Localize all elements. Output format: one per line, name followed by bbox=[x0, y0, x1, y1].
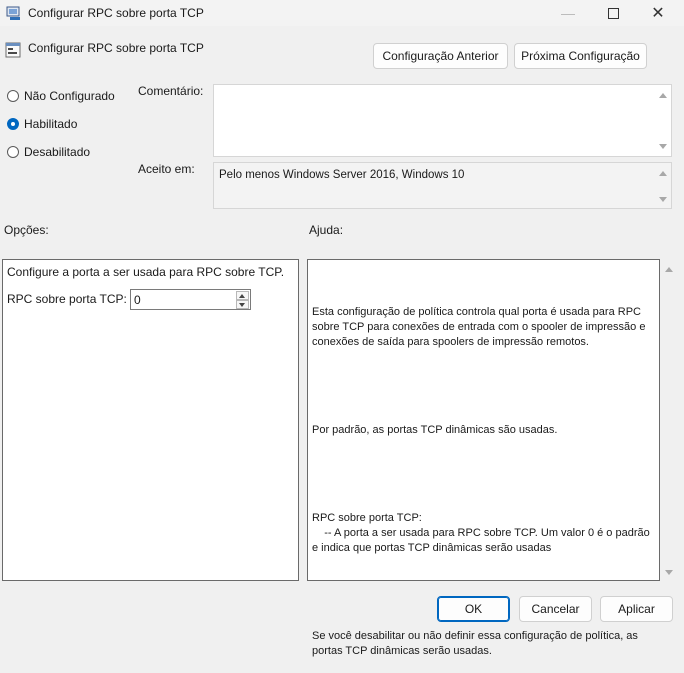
radio-label: Habilitado bbox=[24, 117, 78, 131]
radio-enabled[interactable]: Habilitado bbox=[7, 116, 77, 132]
window-title: Configurar RPC sobre porta TCP bbox=[28, 6, 204, 20]
stepper-down-button[interactable] bbox=[236, 300, 249, 309]
supported-scrollbar[interactable] bbox=[655, 163, 671, 208]
stepper-up-icon bbox=[239, 294, 245, 298]
comment-label: Comentário: bbox=[138, 84, 204, 98]
help-paragraph: RPC sobre porta TCP: -- A porta a ser us… bbox=[312, 512, 650, 554]
policy-title: Configurar RPC sobre porta TCP bbox=[28, 41, 204, 55]
close-icon: ✕ bbox=[651, 5, 665, 22]
scroll-down-icon[interactable] bbox=[659, 144, 667, 149]
maximize-icon bbox=[607, 7, 619, 19]
stepper-down-icon bbox=[239, 303, 245, 307]
help-paragraph: Se você desabilitar ou não definir essa … bbox=[312, 629, 641, 657]
radio-disabled[interactable]: Desabilitado bbox=[7, 144, 90, 160]
stepper-up-button[interactable] bbox=[236, 291, 249, 300]
help-paragraph: Esta configuração de política controla q… bbox=[312, 306, 649, 348]
supported-on-text: Pelo menos Windows Server 2016, Windows … bbox=[219, 169, 465, 181]
radio-label: Desabilitado bbox=[24, 145, 91, 159]
port-value[interactable]: 0 bbox=[134, 293, 141, 307]
help-label: Ajuda: bbox=[309, 223, 344, 237]
radio-not-configured[interactable]: Não Configurado bbox=[7, 88, 115, 104]
ok-button[interactable]: OK bbox=[437, 596, 510, 622]
help-paragraph: Por padrão, as portas TCP dinâmicas são … bbox=[312, 424, 558, 437]
apply-button[interactable]: Aplicar bbox=[600, 596, 673, 622]
close-button[interactable]: ✕ bbox=[638, 0, 678, 26]
scroll-up-icon[interactable] bbox=[665, 267, 673, 272]
comment-field[interactable] bbox=[213, 84, 672, 157]
radio-circle[interactable] bbox=[7, 146, 19, 158]
next-setting-button[interactable]: Próxima Configuração bbox=[514, 43, 647, 69]
options-description: Configure a porta a ser usada para RPC s… bbox=[7, 265, 285, 279]
port-stepper[interactable]: 0 bbox=[130, 289, 251, 310]
help-scrollbar[interactable] bbox=[662, 259, 676, 581]
minimize-button[interactable]: — bbox=[548, 0, 588, 26]
app-icon bbox=[6, 5, 22, 21]
supported-on-label: Aceito em: bbox=[138, 162, 195, 176]
maximize-button[interactable] bbox=[593, 0, 633, 26]
comment-scrollbar[interactable] bbox=[655, 85, 671, 156]
scroll-up-icon[interactable] bbox=[659, 171, 667, 176]
port-label: RPC sobre porta TCP: bbox=[7, 292, 127, 306]
cancel-button[interactable]: Cancelar bbox=[519, 596, 592, 622]
policy-icon bbox=[5, 42, 21, 58]
radio-label: Não Configurado bbox=[24, 89, 115, 103]
radio-circle[interactable] bbox=[7, 118, 19, 130]
radio-circle[interactable] bbox=[7, 90, 19, 102]
scroll-up-icon[interactable] bbox=[659, 93, 667, 98]
options-label: Opções: bbox=[4, 223, 49, 237]
scroll-down-icon[interactable] bbox=[665, 570, 673, 575]
supported-on-field: Pelo menos Windows Server 2016, Windows … bbox=[213, 162, 672, 209]
minimize-icon: — bbox=[561, 5, 575, 21]
scroll-down-icon[interactable] bbox=[659, 197, 667, 202]
previous-setting-button[interactable]: Configuração Anterior bbox=[373, 43, 508, 69]
